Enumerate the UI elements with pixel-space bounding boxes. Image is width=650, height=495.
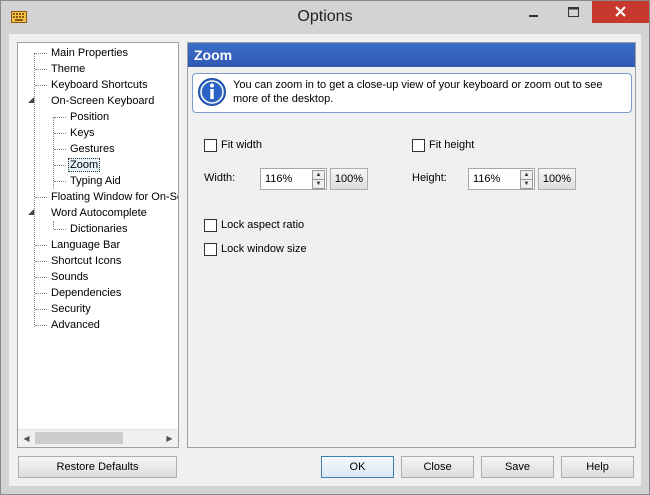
close-window-button[interactable] — [592, 1, 649, 23]
tree-item-sounds[interactable]: Sounds — [35, 269, 90, 285]
tree-item-typing-aid[interactable]: Typing Aid — [54, 173, 123, 189]
collapse-icon[interactable]: ◢ — [28, 208, 36, 216]
tree-item-shortcut-icons[interactable]: Shortcut Icons — [35, 253, 123, 269]
info-icon — [198, 78, 226, 106]
height-reset-button[interactable]: 100% — [538, 168, 576, 190]
help-button[interactable]: Help — [561, 456, 634, 478]
ok-button[interactable]: OK — [321, 456, 394, 478]
tree-item-language-bar[interactable]: Language Bar — [35, 237, 122, 253]
tree-horizontal-scrollbar[interactable]: ◀ ▶ — [18, 429, 178, 447]
tree-item-dictionaries[interactable]: Dictionaries — [54, 221, 129, 237]
maximize-button[interactable] — [555, 1, 591, 23]
fit-height-checkbox[interactable]: Fit height — [412, 138, 474, 154]
dialog-client: Main Properties Theme Keyboard Shortcuts… — [9, 34, 641, 486]
minimize-icon — [529, 15, 538, 17]
save-button[interactable]: Save — [481, 456, 554, 478]
tree-item-word-autocomplete[interactable]: ◢ Word Autocomplete — [28, 205, 149, 221]
info-box: You can zoom in to get a close-up view o… — [192, 73, 632, 113]
height-spinner[interactable]: 116% ▲ ▼ — [468, 168, 535, 190]
options-window: Options Main Properties Theme Keyboard S… — [0, 0, 650, 495]
tree-item-gestures[interactable]: Gestures — [54, 141, 117, 157]
spin-down-icon[interactable]: ▼ — [520, 179, 533, 189]
tree-item-theme[interactable]: Theme — [35, 61, 87, 77]
scroll-right-icon[interactable]: ▶ — [161, 430, 178, 447]
tree-item-zoom[interactable]: Zoom — [54, 157, 101, 173]
info-text: You can zoom in to get a close-up view o… — [233, 79, 603, 105]
tree-item-dependencies[interactable]: Dependencies — [35, 285, 123, 301]
tree-item-keys[interactable]: Keys — [54, 125, 96, 141]
tree-item-security[interactable]: Security — [35, 301, 93, 317]
restore-defaults-button[interactable]: Restore Defaults — [18, 456, 177, 478]
tree-item-floating-window[interactable]: Floating Window for On-Scre — [35, 189, 178, 205]
title-bar: Options — [1, 1, 649, 34]
options-tree[interactable]: Main Properties Theme Keyboard Shortcuts… — [17, 42, 179, 448]
lock-aspect-ratio-checkbox[interactable]: Lock aspect ratio — [204, 218, 304, 234]
tree-item-main-properties[interactable]: Main Properties — [35, 45, 130, 61]
height-label: Height: — [412, 172, 447, 184]
width-label: Width: — [204, 172, 236, 184]
maximize-icon — [568, 7, 579, 17]
fit-width-checkbox[interactable]: Fit width — [204, 138, 262, 154]
spin-down-icon[interactable]: ▼ — [312, 179, 325, 189]
tree-item-on-screen-keyboard[interactable]: ◢ On-Screen Keyboard — [28, 93, 156, 109]
width-value[interactable]: 116% — [265, 169, 292, 189]
panel-title: Zoom — [188, 43, 635, 67]
tree-item-position[interactable]: Position — [54, 109, 111, 125]
scroll-thumb[interactable] — [35, 432, 123, 444]
height-value[interactable]: 116% — [473, 169, 500, 189]
scroll-left-icon[interactable]: ◀ — [18, 430, 35, 447]
width-reset-button[interactable]: 100% — [330, 168, 368, 190]
tree-item-advanced[interactable]: Advanced — [35, 317, 102, 333]
minimize-button[interactable] — [515, 1, 551, 23]
tree-item-keyboard-shortcuts[interactable]: Keyboard Shortcuts — [35, 77, 150, 93]
window-title: Options — [297, 8, 353, 25]
collapse-icon[interactable]: ◢ — [28, 96, 36, 104]
lock-window-size-checkbox[interactable]: Lock window size — [204, 242, 307, 258]
width-spinner[interactable]: 116% ▲ ▼ — [260, 168, 327, 190]
close-icon — [615, 6, 626, 17]
zoom-panel: Zoom You can zoom in to get a close-up v… — [187, 42, 636, 448]
close-button[interactable]: Close — [401, 456, 474, 478]
